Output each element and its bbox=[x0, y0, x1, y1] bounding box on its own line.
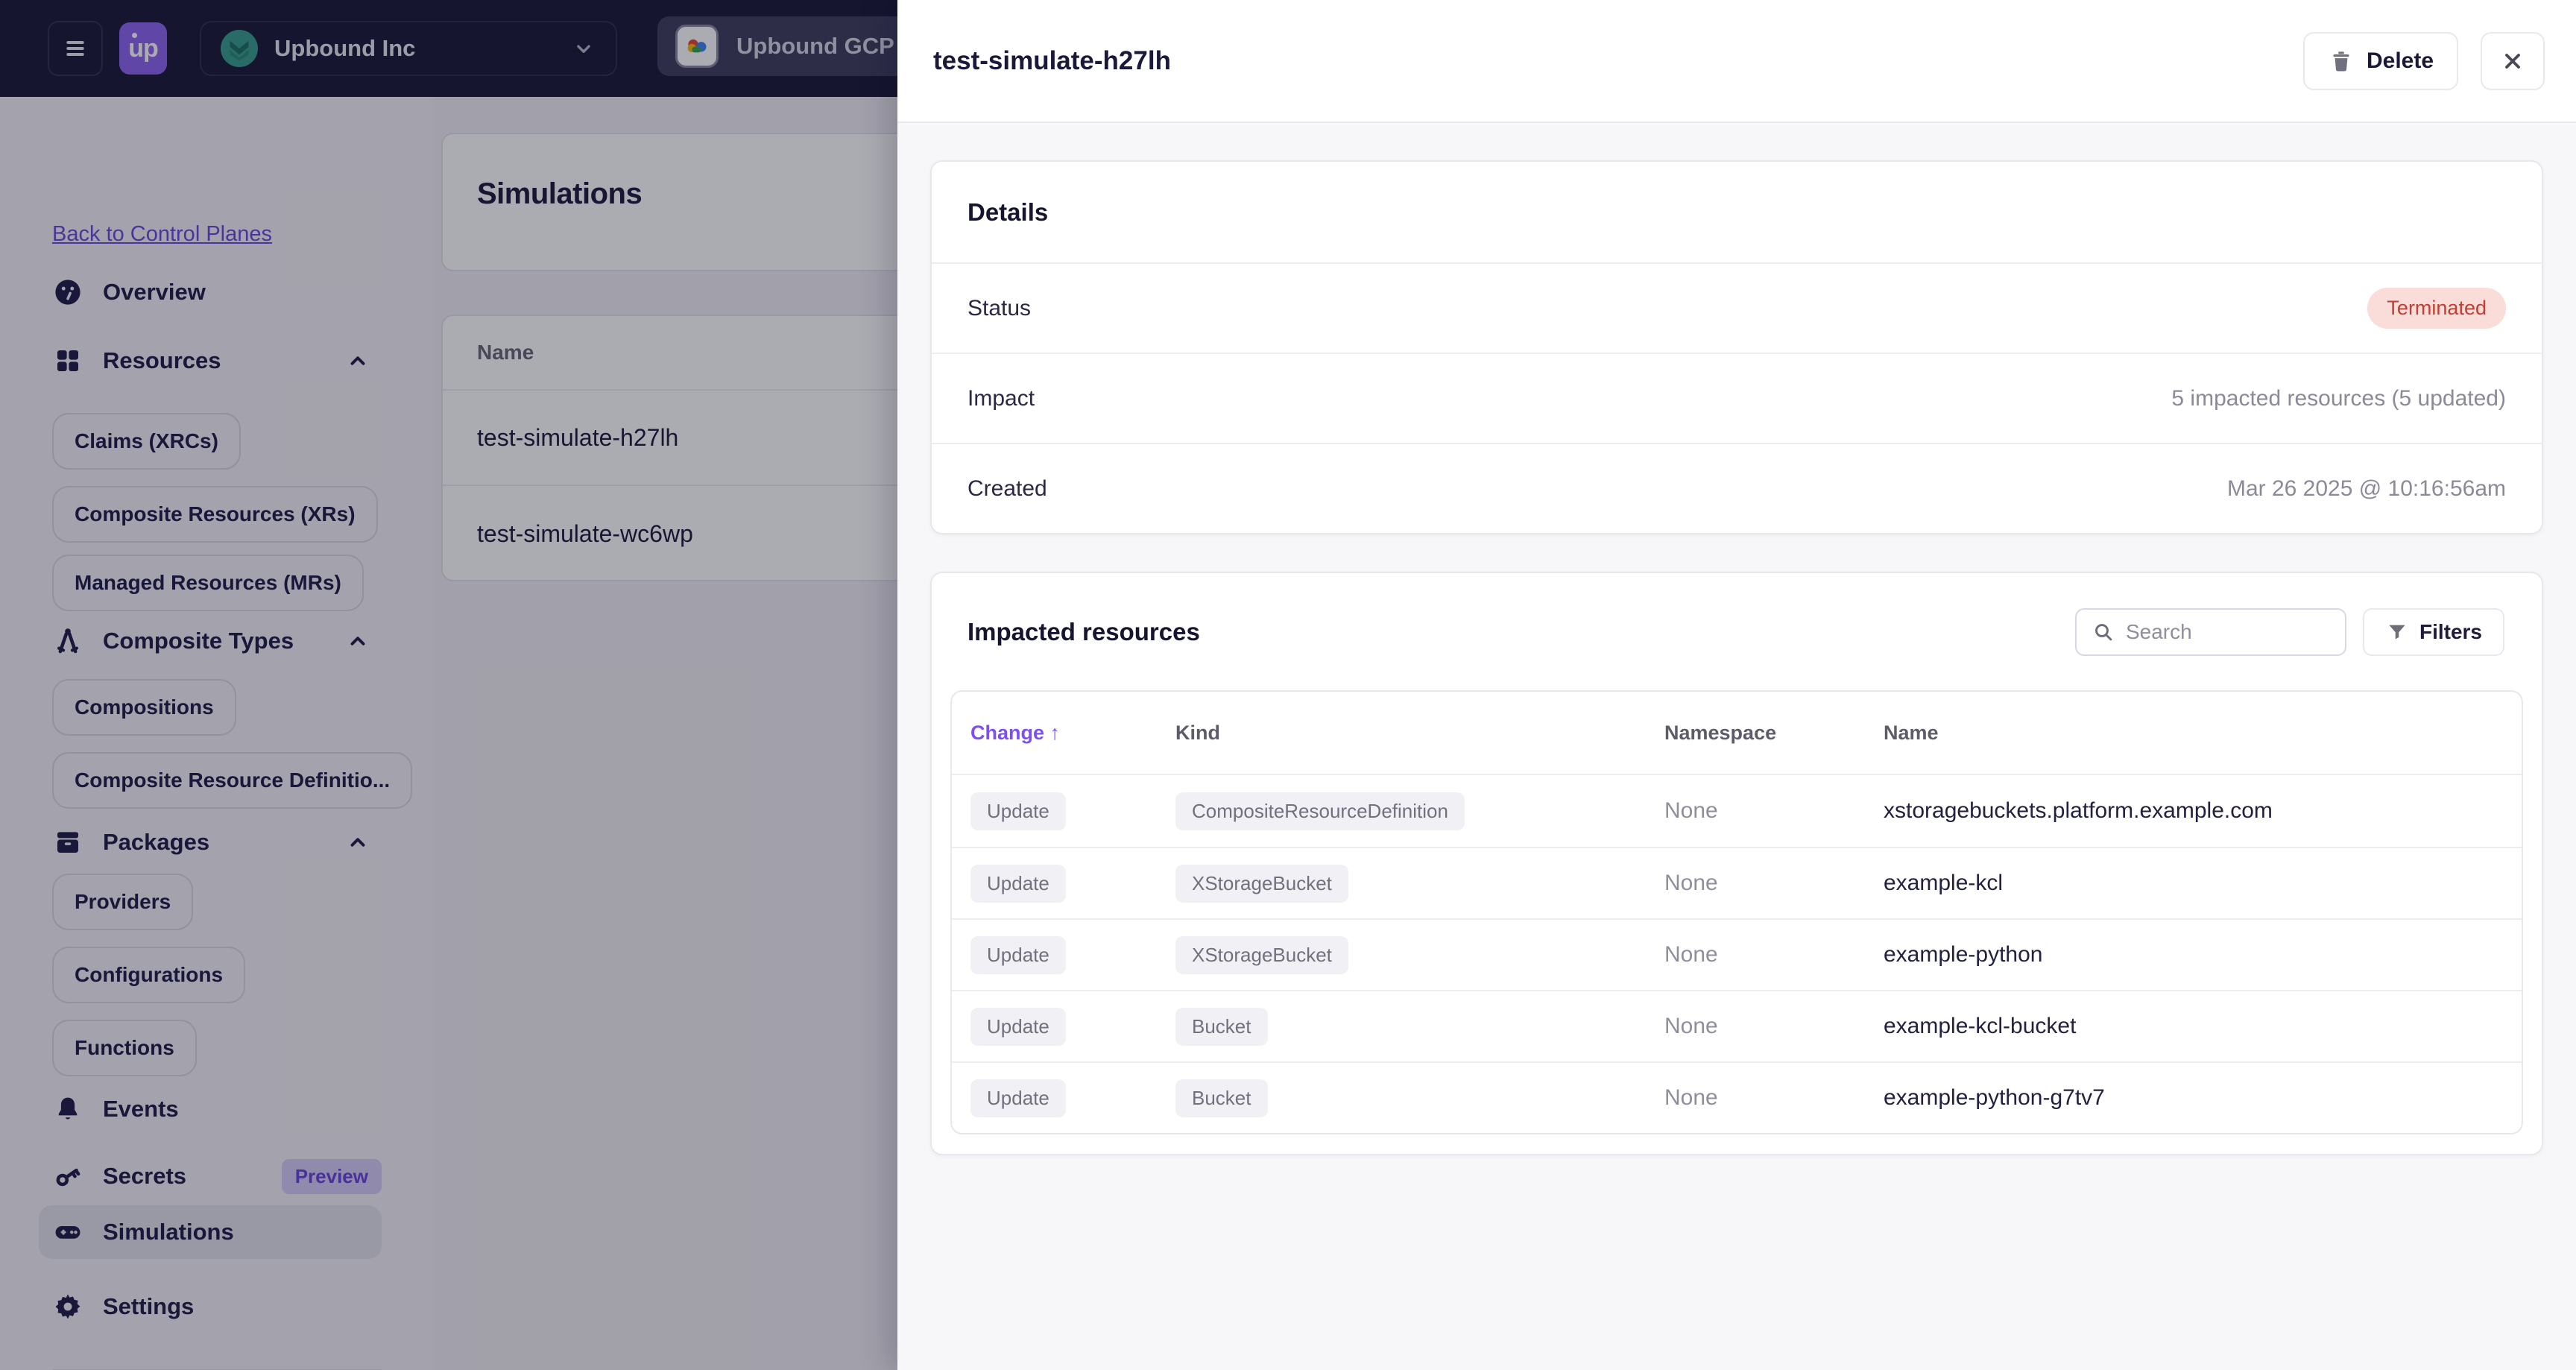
name-cell: example-python-g7tv7 bbox=[1884, 1085, 2105, 1110]
filters-button[interactable]: Filters bbox=[2362, 607, 2504, 656]
change-pill: Update bbox=[970, 864, 1066, 903]
drawer-title: test-simulate-h27lh bbox=[933, 45, 1171, 75]
namespace-cell: None bbox=[1664, 1014, 1718, 1038]
status-label: Status bbox=[967, 295, 1032, 321]
delete-button-label: Delete bbox=[2366, 48, 2434, 73]
name-cell: example-kcl-bucket bbox=[1884, 1014, 2077, 1038]
table-row[interactable]: Update XStorageBucket None example-kcl bbox=[952, 847, 2522, 918]
table-row[interactable]: Update Bucket None example-python-g7tv7 bbox=[952, 1061, 2522, 1133]
column-header-change[interactable]: Change ↑ bbox=[970, 722, 1175, 745]
drawer-header: test-simulate-h27lh Delete bbox=[897, 0, 2576, 123]
name-cell: example-kcl bbox=[1884, 871, 2004, 895]
impact-value: 5 impacted resources (5 updated) bbox=[2171, 385, 2506, 411]
status-row: Status Terminated bbox=[932, 262, 2542, 353]
kind-pill: XStorageBucket bbox=[1175, 864, 1348, 903]
table-row[interactable]: Update Bucket None example-kcl-bucket bbox=[952, 990, 2522, 1061]
table-header-row: Change ↑ Kind Namespace Name bbox=[952, 692, 2522, 775]
impact-label: Impact bbox=[967, 385, 1035, 411]
impacted-resources-heading: Impacted resources bbox=[967, 617, 1200, 645]
column-header-name[interactable]: Name bbox=[1884, 722, 2503, 745]
kind-pill: CompositeResourceDefinition bbox=[1175, 792, 1465, 830]
status-badge: Terminated bbox=[2367, 288, 2506, 329]
column-header-namespace[interactable]: Namespace bbox=[1664, 722, 1884, 745]
trash-icon bbox=[2328, 48, 2355, 75]
kind-pill: Bucket bbox=[1175, 1007, 1268, 1046]
impacted-resources-table: Change ↑ Kind Namespace Name Update Comp… bbox=[950, 690, 2523, 1134]
close-icon bbox=[2498, 46, 2528, 76]
kind-pill: XStorageBucket bbox=[1175, 935, 1348, 974]
namespace-cell: None bbox=[1664, 942, 1718, 967]
change-pill: Update bbox=[970, 1007, 1066, 1046]
created-label: Created bbox=[967, 476, 1047, 501]
simulation-detail-drawer: test-simulate-h27lh Delete Details Statu… bbox=[897, 0, 2576, 1370]
table-row[interactable]: Update XStorageBucket None example-pytho… bbox=[952, 918, 2522, 990]
impacted-resources-card: Impacted resources Filters bbox=[930, 572, 2543, 1155]
close-button[interactable] bbox=[2481, 31, 2545, 90]
change-pill: Update bbox=[970, 935, 1066, 974]
delete-button[interactable]: Delete bbox=[2303, 31, 2458, 90]
search-input[interactable] bbox=[2125, 619, 2330, 644]
filters-button-label: Filters bbox=[2419, 619, 2482, 643]
namespace-cell: None bbox=[1664, 1085, 1718, 1110]
details-card: Details Status Terminated Impact 5 impac… bbox=[930, 160, 2543, 534]
name-cell: xstoragebuckets.platform.example.com bbox=[1884, 798, 2273, 823]
created-row: Created Mar 26 2025 @ 10:16:56am bbox=[932, 443, 2542, 533]
change-pill: Update bbox=[970, 792, 1066, 830]
details-heading-row: Details bbox=[932, 162, 2542, 262]
impact-row: Impact 5 impacted resources (5 updated) bbox=[932, 353, 2542, 443]
search-icon bbox=[2092, 620, 2115, 644]
search-box[interactable] bbox=[2074, 607, 2346, 656]
sort-arrow-icon: ↑ bbox=[1049, 721, 1061, 744]
namespace-cell: None bbox=[1664, 798, 1718, 823]
name-cell: example-python bbox=[1884, 942, 2043, 967]
kind-pill: Bucket bbox=[1175, 1079, 1268, 1117]
namespace-cell: None bbox=[1664, 871, 1718, 895]
table-row[interactable]: Update CompositeResourceDefinition None … bbox=[952, 775, 2522, 847]
app-root: up Upbound Inc Upbound GCP U Back to Con… bbox=[0, 0, 2576, 1370]
change-pill: Update bbox=[970, 1079, 1066, 1117]
drawer-body: Details Status Terminated Impact 5 impac… bbox=[897, 160, 2576, 1155]
details-heading: Details bbox=[967, 198, 1049, 226]
created-value: Mar 26 2025 @ 10:16:56am bbox=[2226, 476, 2506, 501]
impacted-resources-header: Impacted resources Filters bbox=[932, 573, 2542, 690]
column-header-kind[interactable]: Kind bbox=[1175, 722, 1664, 745]
filter-icon bbox=[2385, 620, 2409, 644]
